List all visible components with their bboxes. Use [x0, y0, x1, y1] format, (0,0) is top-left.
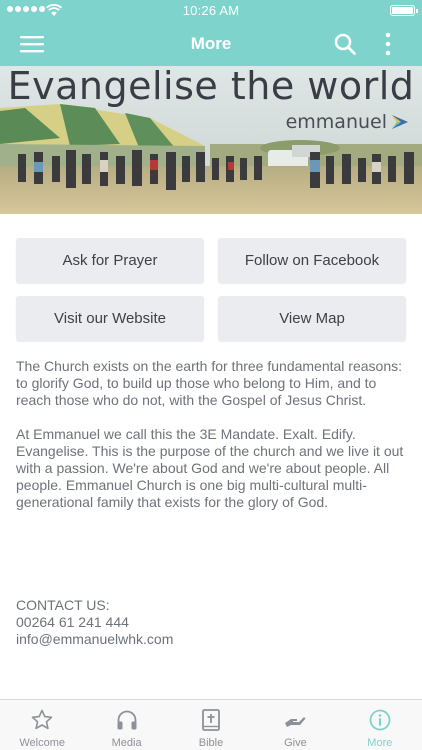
tab-label: Media	[111, 737, 142, 749]
tab-more[interactable]: More	[338, 700, 422, 750]
ask-for-prayer-button[interactable]: Ask for Prayer	[16, 238, 204, 283]
tab-label: Give	[284, 737, 307, 749]
hero-headline: Evangelise the world	[7, 66, 415, 108]
visit-website-button[interactable]: Visit our Website	[16, 296, 204, 341]
search-icon[interactable]	[333, 32, 357, 56]
tab-media[interactable]: Media	[84, 700, 168, 750]
about-paragraph: The Church exists on the earth for three…	[16, 358, 402, 408]
tab-welcome[interactable]: Welcome	[0, 700, 84, 750]
bible-icon	[202, 709, 220, 731]
tab-label: Bible	[198, 737, 224, 749]
brand-arrow-icon	[392, 115, 408, 129]
headphones-icon	[117, 710, 137, 730]
follow-on-facebook-button[interactable]: Follow on Facebook	[218, 238, 406, 283]
tab-give[interactable]: Give	[253, 700, 337, 750]
contact-heading: CONTACT US:	[16, 597, 110, 613]
hero-banner: Evangelise the world emmanuel	[0, 66, 422, 214]
status-bar: 10:26 AM	[0, 0, 422, 22]
contact-section: CONTACT US: 00264 61 241 444 info@emmanu…	[16, 597, 408, 648]
tab-label: More	[367, 737, 393, 749]
battery-icon	[390, 5, 418, 16]
brand-name: emmanuel	[285, 111, 387, 133]
more-options-icon[interactable]	[380, 31, 396, 57]
give-hand-icon	[285, 717, 306, 727]
about-paragraph: At Emmanuel we call this the 3E Mandate.…	[16, 426, 404, 510]
contact-email[interactable]: info@emmanuelwhk.com	[16, 631, 408, 648]
action-buttons: Ask for Prayer Follow on Facebook Visit …	[16, 238, 406, 341]
tab-label: Welcome	[19, 737, 66, 749]
contact-phone[interactable]: 00264 61 241 444	[16, 614, 408, 631]
status-time: 10:26 AM	[182, 3, 240, 18]
emmanuel-logo: emmanuel	[286, 111, 410, 133]
info-icon	[369, 709, 391, 731]
tab-bar: Welcome Media Bible Give More	[0, 699, 422, 750]
tab-bible[interactable]: Bible	[169, 700, 253, 750]
star-icon	[31, 709, 53, 730]
page-title: More	[190, 34, 232, 53]
view-map-button[interactable]: View Map	[218, 296, 406, 341]
nav-bar: More	[0, 22, 422, 66]
about-text: The Church exists on the earth for three…	[16, 358, 408, 528]
